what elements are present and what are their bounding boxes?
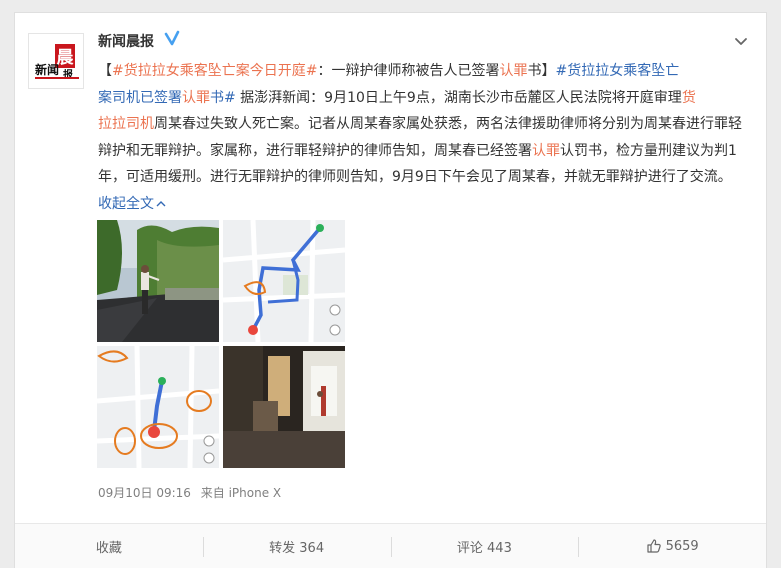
thumbs-up-icon — [646, 539, 661, 553]
text-segment: 书】 — [527, 63, 556, 79]
svg-text:晨: 晨 — [57, 48, 75, 68]
map-photo-annotated — [97, 346, 219, 468]
topic-link[interactable]: #货拉拉女乘客坠亡案今日开庭# — [112, 63, 317, 79]
comment-label: 评论 443 — [456, 540, 512, 556]
topic-link[interactable]: #货拉拉女乘客坠亡 — [555, 63, 679, 79]
comment-button[interactable]: 评论 443 — [390, 524, 579, 568]
avatar-logo: 晨 新 闻 报 — [29, 34, 83, 88]
keyword-link[interactable]: 认罪 — [499, 63, 527, 79]
interior-photo — [223, 346, 345, 468]
map-photo — [223, 220, 345, 342]
repost-button[interactable]: 转发 364 — [202, 524, 391, 568]
weibo-post-card: 晨 新 闻 报 新闻晨报 【#货拉拉女乘客坠亡案今日开庭#：一辩护律师称被告人已… — [14, 12, 767, 568]
like-count: 5659 — [665, 538, 699, 554]
chevron-down-icon[interactable] — [732, 33, 750, 51]
action-bar: 收藏 转发 364 评论 443 5659 — [15, 523, 766, 568]
post-text: 【#货拉拉女乘客坠亡案今日开庭#：一辩护律师称被告人已签署认罪书】#货拉拉女乘客… — [98, 58, 750, 217]
text-segment: ：一辩护律师称被告人已签署 — [317, 63, 500, 79]
road-photo — [97, 220, 219, 342]
image-thumb-map-route[interactable] — [223, 220, 345, 342]
user-name[interactable]: 新闻晨报 — [98, 31, 154, 51]
keyword-link[interactable]: 认罪 — [182, 90, 210, 106]
keyword-link[interactable]: 认罪 — [532, 143, 560, 159]
image-thumb-road[interactable] — [97, 220, 219, 342]
keyword-link[interactable]: 货 — [682, 90, 696, 106]
favorite-button[interactable]: 收藏 — [15, 524, 203, 568]
keyword-link[interactable]: 拉拉司机 — [98, 116, 154, 132]
svg-text:新: 新 — [35, 62, 47, 77]
verified-icon — [164, 30, 180, 46]
post-source: 来自 iPhone X — [200, 486, 282, 500]
topic-link[interactable]: 案司机已签署 — [98, 90, 182, 106]
text-segment: 据澎湃新闻：9月10日上午9点，湖南长沙市岳麓区人民法院将开庭审理 — [235, 89, 682, 106]
user-avatar[interactable]: 晨 新 闻 报 — [28, 33, 84, 89]
svg-text:闻: 闻 — [47, 63, 59, 77]
image-thumb-map-circles[interactable] — [97, 346, 219, 468]
topic-link[interactable]: 书# — [210, 90, 236, 106]
post-time[interactable]: 09月10日 09:16 — [98, 486, 191, 500]
repost-label: 转发 364 — [269, 540, 325, 556]
post-meta: 09月10日 09:16 来自 iPhone X — [98, 484, 287, 501]
svg-text:报: 报 — [63, 68, 73, 81]
like-button[interactable]: 5659 — [578, 524, 766, 568]
favorite-label: 收藏 — [95, 540, 122, 556]
chevron-up-icon — [156, 200, 166, 206]
text-segment: 【 — [98, 63, 112, 79]
collapse-link[interactable]: 收起全文 — [98, 196, 166, 212]
image-thumb-interior[interactable] — [223, 346, 345, 468]
collapse-label: 收起全文 — [98, 195, 154, 212]
image-grid — [97, 220, 345, 468]
